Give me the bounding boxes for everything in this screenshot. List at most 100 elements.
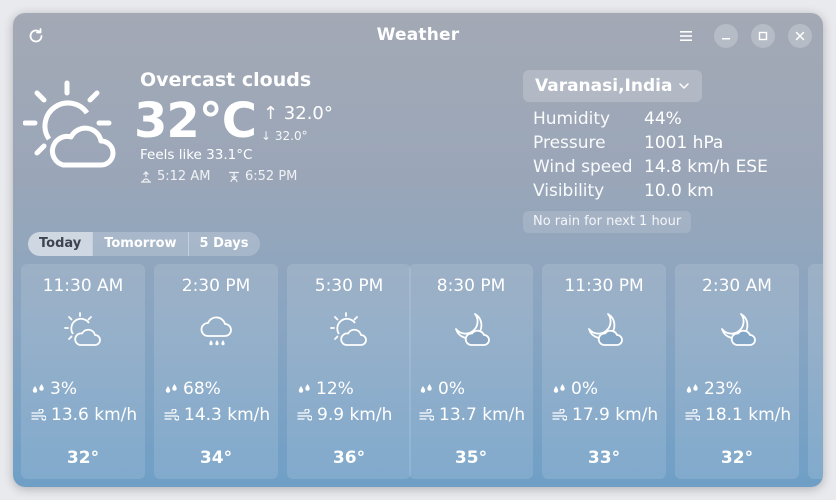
precipitation: 0% xyxy=(419,379,465,399)
sunrise-icon xyxy=(141,170,151,183)
forecast-card: 11:30 AM 3% 13.6 km/h 32° xyxy=(21,264,145,479)
forecast-time: 11:30 PM xyxy=(564,276,644,296)
precipitation-value: 3% xyxy=(50,379,77,399)
maximize-button[interactable] xyxy=(751,24,775,48)
sunrise-time: 5:12 AM xyxy=(157,169,211,184)
precipitation-value: 0% xyxy=(571,379,598,399)
sun-cloud-icon xyxy=(64,312,101,346)
wind-value: 13.7 km/h xyxy=(439,405,526,425)
precipitation: 68% xyxy=(164,379,221,399)
forecast-temperature: 36° xyxy=(332,448,366,468)
precipitation: 12% xyxy=(297,379,354,399)
minimize-button[interactable] xyxy=(714,24,738,48)
minimize-icon xyxy=(722,38,730,40)
wind-icon xyxy=(419,409,434,421)
forecast-time: 5:30 PM xyxy=(314,276,384,296)
precipitation-value: 68% xyxy=(183,379,221,399)
humidity-label: Humidity xyxy=(533,109,611,129)
titlebar: Weather xyxy=(13,13,823,59)
location-name: Varanasi,India xyxy=(535,76,673,96)
rain-forecast-note: No rain for next 1 hour xyxy=(523,211,692,233)
high-temperature: ↑ 32.0° xyxy=(263,103,333,124)
forecast-card: 5:30 PM 12% 9.9 km/h 36° xyxy=(287,264,411,479)
forecast-card: 2:30 PM 68% 14.3 km/h 34° xyxy=(154,264,278,479)
close-icon xyxy=(795,31,805,41)
sunrise: 5:12 AM xyxy=(140,169,210,184)
forecast-time: 2:30 AM xyxy=(702,276,772,296)
rain-cloud-icon xyxy=(200,316,232,346)
forecast-temperature: 32° xyxy=(720,448,754,468)
sunset-icon xyxy=(229,171,239,182)
weather-window: Weather Overcast clouds 32°C ↑ 32.0° ↓ 3… xyxy=(13,13,823,487)
tab-today[interactable]: Today xyxy=(28,232,93,256)
raindrops-icon xyxy=(686,384,698,393)
sun-cloud-icon xyxy=(23,80,116,168)
humidity-value: 44% xyxy=(644,109,682,129)
forecast-temperature: 32° xyxy=(66,448,100,468)
sunset: 6:52 PM xyxy=(228,169,297,184)
maximize-icon xyxy=(758,31,768,41)
hamburger-icon xyxy=(680,31,692,41)
wind-icon xyxy=(164,409,179,421)
raindrops-icon xyxy=(420,384,432,393)
raindrops-icon xyxy=(165,384,177,393)
precipitation: 0% xyxy=(552,379,598,399)
raindrops-icon xyxy=(32,384,44,393)
wind-value: 13.6 km/h xyxy=(51,405,138,425)
low-temperature: ↓ 32.0° xyxy=(261,129,308,143)
tab-tomorrow[interactable]: Tomorrow xyxy=(93,232,187,256)
wind-speed-value: 14.8 km/h ESE xyxy=(644,157,768,177)
precipitation-value: 23% xyxy=(704,379,742,399)
visibility-label: Visibility xyxy=(533,181,605,201)
forecast-temperature: 33° xyxy=(587,448,621,468)
forecast-tabs: Today Tomorrow 5 Days xyxy=(28,232,260,256)
close-button[interactable] xyxy=(788,24,812,48)
wind: 14.3 km/h xyxy=(164,405,270,425)
moon-cloud-icon xyxy=(588,313,623,346)
chevron-down-icon xyxy=(679,83,690,89)
moon-cloud-icon xyxy=(455,313,490,346)
wind: 18.1 km/h xyxy=(685,405,791,425)
forecast-time: 2:30 PM xyxy=(181,276,251,296)
wind-icon xyxy=(297,409,312,421)
wind: 9.9 km/h xyxy=(297,405,392,425)
feels-like: Feels like 33.1°C xyxy=(140,147,253,163)
precipitation-value: 0% xyxy=(438,379,465,399)
forecast-card: 2:30 AM 23% 18.1 km/h 32° xyxy=(675,264,799,479)
current-temperature: 32°C xyxy=(134,93,257,149)
wind-value: 9.9 km/h xyxy=(317,405,393,425)
forecast-temperature: 34° xyxy=(199,448,233,468)
visibility-value: 10.0 km xyxy=(644,181,714,201)
sun-cloud-icon xyxy=(330,312,367,346)
precipitation: 23% xyxy=(685,379,742,399)
raindrops-icon xyxy=(298,384,310,393)
wind-icon xyxy=(31,409,46,421)
wind-icon xyxy=(685,409,700,421)
wind-icon xyxy=(552,409,567,421)
wind-speed-label: Wind speed xyxy=(533,157,633,177)
menu-button[interactable] xyxy=(675,25,697,47)
sunset-time: 6:52 PM xyxy=(245,169,298,184)
forecast-time: 11:30 AM xyxy=(42,276,124,296)
condition-text: Overcast clouds xyxy=(140,69,312,91)
forecast-temperature: 35° xyxy=(454,448,488,468)
forecast-card: 8:30 PM 0% 13.7 km/h 35° xyxy=(409,264,533,479)
forecast-card: 11:30 PM 0% 17.9 km/h 33° xyxy=(542,264,666,479)
location-selector[interactable]: Varanasi,India xyxy=(523,70,703,102)
wind: 13.7 km/h xyxy=(419,405,525,425)
wind: 17.9 km/h xyxy=(552,405,658,425)
precipitation: 3% xyxy=(31,379,77,399)
raindrops-icon xyxy=(553,384,565,393)
wind-value: 14.3 km/h xyxy=(184,405,271,425)
wind-value: 17.9 km/h xyxy=(572,405,659,425)
forecast-card-partial xyxy=(808,264,823,479)
precipitation-value: 12% xyxy=(316,379,354,399)
pressure-label: Pressure xyxy=(533,133,606,153)
wind-value: 18.1 km/h xyxy=(705,405,792,425)
pressure-value: 1001 hPa xyxy=(644,133,724,153)
wind: 13.6 km/h xyxy=(31,405,137,425)
forecast-time: 8:30 PM xyxy=(436,276,506,296)
moon-cloud-icon xyxy=(721,313,756,346)
window-title: Weather xyxy=(376,25,460,45)
tab-5-days[interactable]: 5 Days xyxy=(189,232,260,256)
